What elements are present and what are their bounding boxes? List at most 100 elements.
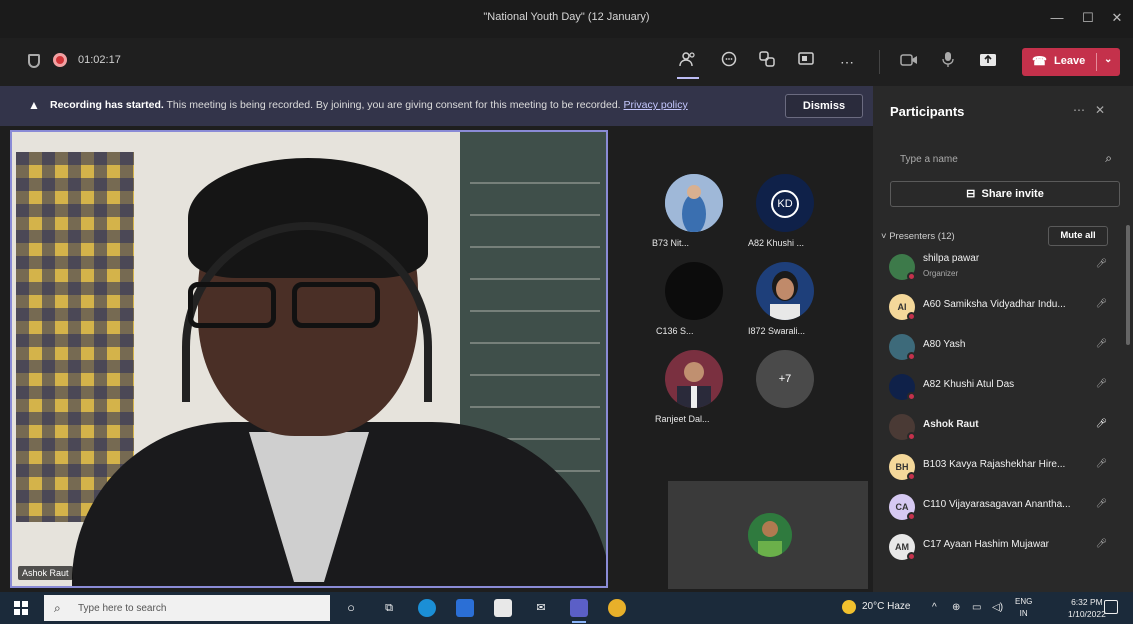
monitor-icon[interactable]: ▭ [972,602,981,613]
microphone-off-icon[interactable]: 🎤︎ [1096,298,1107,309]
self-view-tile[interactable] [668,481,868,589]
banner-body-text: This meeting is being recorded. By joini… [163,99,624,111]
main-speaker-video[interactable]: Ashok Raut [10,130,608,588]
cortana-icon[interactable]: ○ [342,599,360,617]
chrome-icon[interactable] [608,599,626,617]
network-icon[interactable]: ⊕ [952,602,960,613]
participant-avatar[interactable] [665,350,723,408]
toolbar-divider [879,50,880,74]
presence-status-icon [907,272,916,281]
participant-name: A80 Yash [923,339,966,350]
microphone-off-icon[interactable]: 🎤︎ [1096,498,1107,509]
more-participants-button[interactable]: +7 [756,350,814,408]
people-icon[interactable] [677,51,699,79]
chevron-down-icon: ˅ [881,231,887,242]
weather-text[interactable]: 20°C Haze [862,601,910,612]
maximize-button[interactable]: ☐ [1079,9,1097,27]
share-invite-icon: ⊟ [966,188,976,200]
language-indicator[interactable]: ENG IN [1015,596,1032,620]
teams-icon[interactable] [570,599,588,623]
microphone-off-icon[interactable]: 🎤︎ [1096,338,1107,349]
recording-icon [53,53,67,67]
windows-taskbar: ⌕ Type here to search ○ ⧉ ✉ 20°C Haze ^ … [0,592,1133,624]
system-clock[interactable]: 6:32 PM 1/10/2022 [1068,596,1106,620]
share-tray-icon[interactable] [795,51,817,73]
volume-icon[interactable]: ◁) [992,602,1003,613]
minimize-button[interactable]: — [1048,9,1066,27]
clock-time: 6:32 PM [1071,597,1103,607]
weather-icon[interactable] [842,600,856,614]
participant-role: Organizer [923,269,959,278]
search-icon[interactable]: ⌕ [1105,151,1112,166]
presence-status-icon [907,352,916,361]
speaker-name-label: Ashok Raut [18,566,73,580]
participant-avatar[interactable] [665,262,723,320]
edge-icon[interactable] [418,599,436,617]
participant-avatar-kd[interactable]: KD [756,174,814,232]
panel-title: Participants [890,104,965,119]
privacy-policy-link[interactable]: Privacy policy [624,99,688,111]
participant-avatar[interactable] [665,174,723,232]
notification-icon[interactable] [1104,600,1118,614]
microphone-off-icon[interactable]: 🎤︎ [1096,538,1107,549]
presence-status-icon [907,312,916,321]
leave-button[interactable]: ☎ Leave ⌄ [1022,48,1120,76]
panel-scrollbar[interactable] [1126,225,1130,345]
dismiss-button[interactable]: Dismiss [785,94,863,118]
participant-avatar[interactable] [756,262,814,320]
participant-search-input[interactable]: Type a name ⌕ [890,146,1120,172]
participant-row[interactable]: shilpa pawar Organizer 🎤︎ [887,250,1109,284]
participant-row[interactable]: A80 Yash 🎤︎ [887,330,1109,364]
participant-name: shilpa pawar [923,253,980,264]
microphone-off-icon[interactable]: 🎤︎ [1096,458,1107,469]
microphone-icon[interactable] [937,51,959,73]
share-invite-button[interactable]: ⊟ Share invite [890,181,1120,207]
chevron-up-icon[interactable]: ^ [932,602,937,613]
participant-row[interactable]: Ashok Raut 🎤︎ [887,410,1109,444]
microphone-off-icon[interactable]: 🎤︎ [1096,378,1107,389]
language-code: ENG [1015,597,1033,606]
close-button[interactable]: ✕ [1108,9,1126,27]
more-actions-icon[interactable]: ⋯ [836,51,858,73]
gallery-tile-label: A82 Khushi ... [748,238,805,248]
clock-date: 1/10/2022 [1068,609,1106,619]
participant-row[interactable]: A82 Khushi Atul Das 🎤︎ [887,370,1109,404]
gallery-tile-label: B73 Nit... [652,238,690,248]
participant-row[interactable]: BH B103 Kavya Rajashekhar Hire... 🎤︎ [887,450,1109,484]
microphone-off-icon[interactable]: 🎤︎ [1096,258,1107,269]
breakout-rooms-icon[interactable] [756,51,778,73]
taskbar-search-placeholder: Type here to search [78,603,167,614]
mail-icon[interactable]: ✉ [532,599,550,617]
presence-status-icon [907,392,916,401]
chat-icon[interactable] [718,51,740,73]
participant-name: C17 Ayaan Hashim Mujawar [923,539,1049,550]
participants-panel: Participants ⋯ ✕ Type a name ⌕ ⊟ Share i… [873,86,1133,592]
presenters-section-header[interactable]: ˅ Presenters (12) [881,231,955,242]
chevron-down-icon[interactable]: ⌄ [1104,54,1112,65]
task-view-icon[interactable]: ⧉ [380,599,398,617]
windows-start-icon[interactable] [14,601,28,615]
leave-label: Leave [1054,55,1086,67]
calendar-app-icon[interactable] [456,599,474,617]
gallery-tile-label: Ranjeet Dal... [655,414,710,424]
recording-banner: ▲ Recording has started. This meeting is… [0,86,873,126]
camera-icon[interactable] [898,51,920,73]
search-placeholder: Type a name [900,154,958,165]
shield-icon [28,54,40,68]
more-options-icon[interactable]: ⋯ [1073,103,1085,117]
participant-row[interactable]: AM C17 Ayaan Hashim Mujawar 🎤︎ [887,530,1109,564]
share-invite-label: Share invite [981,188,1044,200]
mute-all-button[interactable]: Mute all [1048,226,1108,246]
close-panel-icon[interactable]: ✕ [1095,103,1105,117]
share-screen-icon[interactable] [977,51,999,73]
participant-name: A82 Khushi Atul Das [923,379,1015,390]
search-icon: ⌕ [54,601,61,615]
participant-row[interactable]: AI A60 Samiksha Vidyadhar Indu... 🎤︎ [887,290,1109,324]
speaker-glasses [188,282,388,330]
microphone-on-icon[interactable]: 🎤︎ [1096,418,1107,429]
taskbar-search-box[interactable]: ⌕ Type here to search [44,595,330,621]
participant-name: A60 Samiksha Vidyadhar Indu... [923,299,1066,310]
store-icon[interactable] [494,599,512,617]
gallery-tile-label: I872 Swarali... [748,326,806,336]
participant-row[interactable]: CA C110 Vijayarasagavan Anantha... 🎤︎ [887,490,1109,524]
